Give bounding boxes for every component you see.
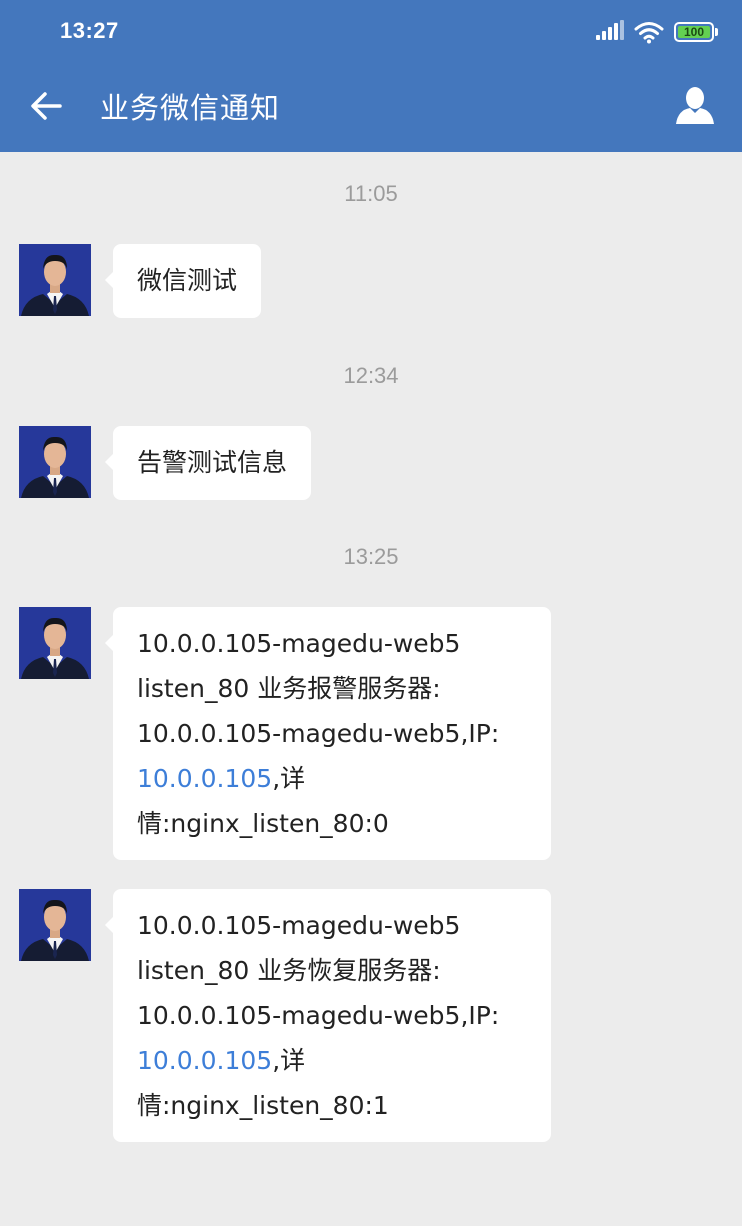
message-text: 微信测试 xyxy=(137,266,238,295)
avatar-icon xyxy=(19,426,91,498)
battery-icon: 100 xyxy=(674,22,720,42)
ip-link[interactable]: 10.0.0.105 xyxy=(137,764,272,793)
message-bubble[interactable]: 微信测试 xyxy=(105,244,262,318)
back-button[interactable] xyxy=(26,86,66,126)
message-bubble[interactable]: 10.0.0.105-magedu-web5 listen_80 业务报警服务器… xyxy=(105,607,551,860)
message-line: 10.0.0.105,详 xyxy=(137,1038,527,1083)
message-timestamp: 11:05 xyxy=(344,181,398,206)
person-icon xyxy=(676,87,714,124)
message-bubble[interactable]: 10.0.0.105-magedu-web5 listen_80 业务恢复服务器… xyxy=(105,889,551,1142)
message-text: 告警测试信息 xyxy=(137,448,288,477)
avatar[interactable] xyxy=(19,889,91,961)
message-bubble[interactable]: 告警测试信息 xyxy=(105,426,312,500)
battery-level: 100 xyxy=(678,26,710,38)
avatar[interactable] xyxy=(19,607,91,679)
message-timestamp: 12:34 xyxy=(343,363,399,388)
message-line: 10.0.0.105-magedu-web5 xyxy=(137,911,461,940)
message-line: 10.0.0.105,详 xyxy=(137,756,527,801)
message-line: 情:nginx_listen_80:1 xyxy=(137,1091,389,1120)
avatar[interactable] xyxy=(19,244,91,316)
message-line: 情:nginx_listen_80:0 xyxy=(137,809,389,838)
message-text: ,详 xyxy=(272,1046,306,1075)
wifi-icon xyxy=(634,22,664,44)
status-icons: 100 xyxy=(596,20,720,44)
app-header: 13:27 100 业务微信通知 xyxy=(0,0,742,152)
avatar[interactable] xyxy=(19,426,91,498)
arrow-left-icon xyxy=(31,92,62,120)
avatar-icon xyxy=(19,607,91,679)
page-title: 业务微信通知 xyxy=(100,91,281,125)
message-line: listen_80 业务报警服务器: xyxy=(137,674,441,703)
signal-icon xyxy=(596,20,624,42)
avatar-icon xyxy=(19,889,91,961)
message-line: 10.0.0.105-magedu-web5,IP: xyxy=(137,719,500,748)
message-text: ,详 xyxy=(272,764,306,793)
status-time: 13:27 xyxy=(60,18,119,43)
message-timestamp: 13:25 xyxy=(343,544,399,569)
avatar-icon xyxy=(19,244,91,316)
profile-button[interactable] xyxy=(674,86,716,126)
message-line: 10.0.0.105-magedu-web5,IP: xyxy=(137,1001,500,1030)
message-line: 10.0.0.105-magedu-web5 xyxy=(137,629,461,658)
ip-link[interactable]: 10.0.0.105 xyxy=(137,1046,272,1075)
message-line: listen_80 业务恢复服务器: xyxy=(137,956,441,985)
